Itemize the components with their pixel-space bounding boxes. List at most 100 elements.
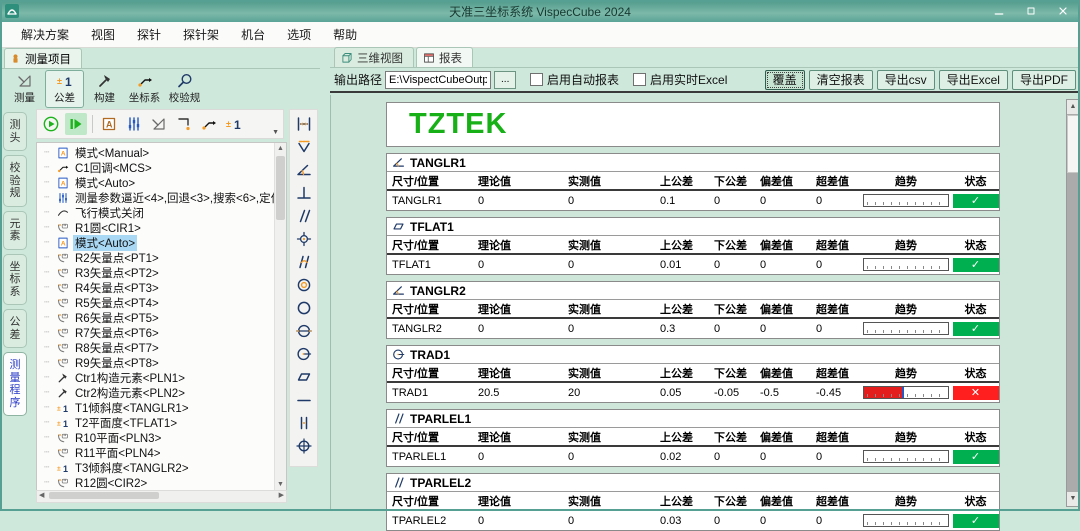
- tree-item[interactable]: ┄R4矢量点<PT3>: [37, 280, 275, 295]
- minimize-button[interactable]: [990, 4, 1008, 18]
- scroll-left-icon[interactable]: ◀: [39, 491, 44, 501]
- tree-item-label: C1回调<MCS>: [73, 160, 154, 176]
- tree-hscroll-thumb[interactable]: [49, 492, 159, 499]
- ribbon-button-tolerance[interactable]: ±1公差: [45, 70, 84, 108]
- tree-item[interactable]: ┄R3矢量点<PT2>: [37, 265, 275, 280]
- column-header: 趋势: [860, 173, 952, 189]
- tree-item[interactable]: ┄R7矢量点<PT6>: [37, 325, 275, 340]
- tree-horizontal-scrollbar[interactable]: ◀ ▶: [36, 490, 287, 503]
- checkbox-启用自动报表[interactable]: 启用自动报表: [530, 71, 619, 88]
- angularity-tolerance-button[interactable]: [293, 159, 315, 181]
- report-logo-card: TZTEK: [386, 102, 1000, 147]
- close-button[interactable]: [1054, 4, 1072, 18]
- side-tab-元素[interactable]: 元素: [3, 211, 27, 250]
- coordinate-button[interactable]: [198, 113, 220, 135]
- tree-item[interactable]: ┄R12圆<CIR2>: [37, 475, 275, 490]
- column-header: 下公差: [709, 237, 755, 253]
- run-button[interactable]: [40, 113, 62, 135]
- tree-item[interactable]: ┄A模式<Auto>: [37, 175, 275, 190]
- button-导出Excel[interactable]: 导出Excel: [939, 70, 1008, 90]
- tree-item[interactable]: ┄R6矢量点<PT5>: [37, 310, 275, 325]
- side-tab-校验规[interactable]: 校验规: [3, 155, 27, 207]
- scroll-up-icon[interactable]: ▲: [1067, 100, 1079, 114]
- toolbar-overflow-icon[interactable]: ▼: [272, 129, 280, 138]
- scroll-down-icon[interactable]: ▼: [275, 479, 286, 490]
- profile-tolerance-button[interactable]: [293, 251, 315, 273]
- tab-报表[interactable]: 报表: [416, 47, 473, 67]
- menu-item[interactable]: 视图: [80, 23, 126, 46]
- tree-item[interactable]: ┄A模式<Auto>: [37, 235, 275, 250]
- position-tolerance-button[interactable]: [293, 228, 315, 250]
- side-tab-测头[interactable]: 测头: [3, 112, 27, 151]
- menu-item[interactable]: 机台: [230, 23, 276, 46]
- side-tab-测量程序[interactable]: 测量程序: [3, 352, 27, 416]
- tree-item[interactable]: ┄测量参数逼近<4>,回退<3>,搜索<6>,定位<2:: [37, 190, 275, 205]
- tree-item[interactable]: ┄Ctr1构造元素<PLN1>: [37, 370, 275, 385]
- tree-item[interactable]: ┄Ctr2构造元素<PLN2>: [37, 385, 275, 400]
- cell-over: -0.45: [811, 387, 860, 399]
- ribbon-button-coordinate[interactable]: 坐标系: [125, 70, 164, 108]
- tree-vscroll-thumb[interactable]: [276, 156, 285, 220]
- tree-item[interactable]: ┄±1T3倾斜度<TANGLR2>: [37, 460, 275, 475]
- straightness-tolerance-button[interactable]: [293, 389, 315, 411]
- ribbon-button-construct[interactable]: 构建: [85, 70, 124, 108]
- browse-button[interactable]: ...: [494, 71, 516, 89]
- output-path-input[interactable]: [385, 71, 491, 89]
- ribbon-button-gauge[interactable]: 校验规: [165, 70, 204, 108]
- tree-item[interactable]: ┄R9矢量点<PT8>: [37, 355, 275, 370]
- distance-tolerance-button[interactable]: [293, 113, 315, 135]
- tab-measure-project[interactable]: 测量项目: [4, 48, 82, 68]
- menu-item[interactable]: 帮助: [322, 23, 368, 46]
- checkbox-box[interactable]: [530, 73, 543, 86]
- tree-vertical-scrollbar[interactable]: ▲ ▼: [274, 143, 286, 490]
- tab-三维视图[interactable]: 三维视图: [334, 47, 414, 67]
- tree-item[interactable]: ┄R8矢量点<PT7>: [37, 340, 275, 355]
- auto-mode-button[interactable]: A: [98, 113, 120, 135]
- perpendicularity-tolerance-button[interactable]: [293, 182, 315, 204]
- tree-item[interactable]: ┄±1T1倾斜度<TANGLR1>: [37, 400, 275, 415]
- measure-button[interactable]: [148, 113, 170, 135]
- step-button[interactable]: [65, 113, 87, 135]
- tree-item[interactable]: ┄A模式<Manual>: [37, 145, 275, 160]
- scroll-right-icon[interactable]: ▶: [279, 491, 284, 501]
- angle-tolerance-button[interactable]: [293, 136, 315, 158]
- flatness-tolerance-button[interactable]: [293, 366, 315, 388]
- checkbox-box[interactable]: [633, 73, 646, 86]
- menu-item[interactable]: 探针架: [172, 23, 230, 46]
- tree-item[interactable]: ┄R2矢量点<PT1>: [37, 250, 275, 265]
- tree-item[interactable]: ┄R11平面<PLN4>: [37, 445, 275, 460]
- symmetry-tolerance-button[interactable]: [293, 320, 315, 342]
- concentricity-tolerance-button[interactable]: [293, 274, 315, 296]
- tolerance-button[interactable]: ±1: [223, 113, 245, 135]
- menu-item[interactable]: 解决方案: [10, 23, 80, 46]
- cylindricity-tolerance-button[interactable]: [293, 412, 315, 434]
- scroll-up-icon[interactable]: ▲: [275, 143, 286, 154]
- side-tab-坐标系[interactable]: 坐标系: [3, 254, 27, 306]
- button-导出PDF[interactable]: 导出PDF: [1012, 70, 1076, 90]
- ribbon-button-measure[interactable]: 测量: [5, 70, 44, 108]
- side-tab-公差[interactable]: 公差: [3, 309, 27, 348]
- button-覆盖[interactable]: 覆盖: [765, 70, 805, 90]
- checkbox-启用实时Excel[interactable]: 启用实时Excel: [633, 71, 727, 88]
- maximize-button[interactable]: [1022, 4, 1040, 18]
- params-button[interactable]: [123, 113, 145, 135]
- roundness-tolerance-button[interactable]: [293, 297, 315, 319]
- tree-item[interactable]: ┄R1圆<CIR1>: [37, 220, 275, 235]
- button-导出csv[interactable]: 导出csv: [877, 70, 935, 90]
- report-vscroll-thumb[interactable]: [1067, 115, 1079, 173]
- radius-tolerance-button[interactable]: [293, 343, 315, 365]
- parallelism-tolerance-button[interactable]: [293, 205, 315, 227]
- tree-item[interactable]: ┄R5矢量点<PT4>: [37, 295, 275, 310]
- tree-item[interactable]: ┄C1回调<MCS>: [37, 160, 275, 175]
- corner-button[interactable]: [173, 113, 195, 135]
- button-清空报表[interactable]: 清空报表: [809, 70, 873, 90]
- tree-item[interactable]: ┄±1T2平面度<TFLAT1>: [37, 415, 275, 430]
- menu-item[interactable]: 探针: [126, 23, 172, 46]
- scroll-down-icon[interactable]: ▼: [1067, 492, 1079, 506]
- true-position-tolerance-button[interactable]: [293, 435, 315, 457]
- menu-item[interactable]: 选项: [276, 23, 322, 46]
- tree-item[interactable]: ┄飞行模式关闭: [37, 205, 275, 220]
- report-vertical-scrollbar[interactable]: ▲ ▼: [1066, 99, 1080, 507]
- column-header: 上公差: [655, 237, 709, 253]
- tree-item[interactable]: ┄R10平面<PLN3>: [37, 430, 275, 445]
